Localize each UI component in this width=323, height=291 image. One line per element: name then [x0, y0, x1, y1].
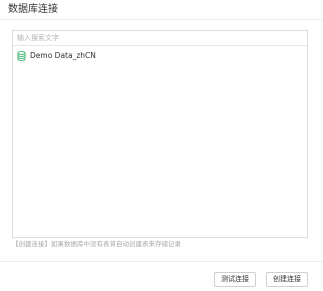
- database-icon: [17, 51, 26, 61]
- title-divider: [0, 19, 323, 20]
- dialog-title: 数据库连接: [8, 4, 58, 15]
- create-connection-hint: 【创建连接】如果数据库中没有表将自动创建表来存储记录: [12, 240, 181, 248]
- test-connection-button[interactable]: 测试连接: [214, 272, 256, 287]
- database-list-panel: Demo Data_zhCN: [12, 30, 308, 238]
- list-item-database[interactable]: Demo Data_zhCN: [17, 50, 96, 62]
- create-connection-button[interactable]: 创建连接: [266, 272, 308, 287]
- database-label: Demo Data_zhCN: [30, 51, 96, 60]
- footer-divider: [0, 261, 323, 262]
- search-input[interactable]: [13, 31, 307, 46]
- database-connection-dialog: 数据库连接 Demo Data_zhCN 【创建连接】如果数据库中没有表将自动创…: [0, 0, 323, 291]
